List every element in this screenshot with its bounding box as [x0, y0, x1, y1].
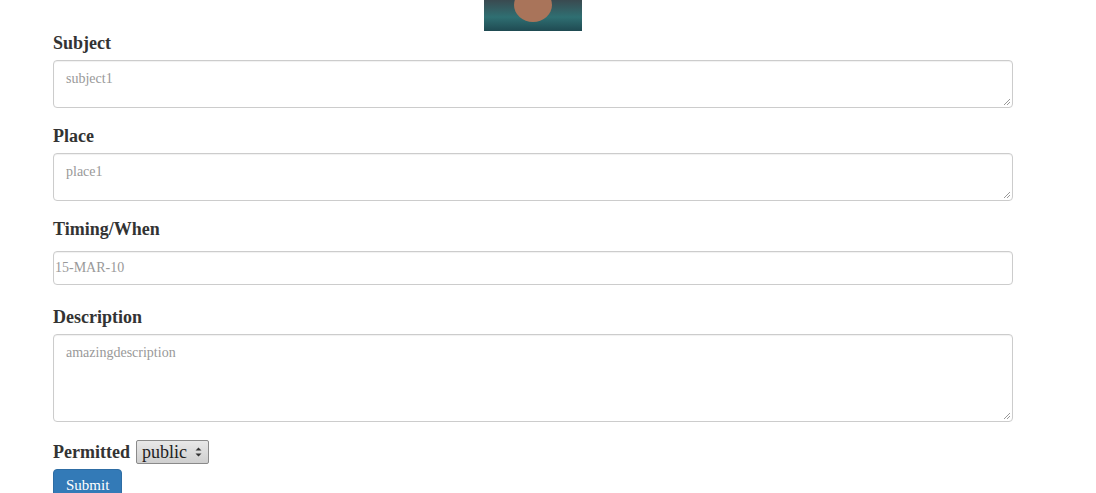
- event-form: Subject subject1 Place place1 Timing/When 15-…: [53, 0, 1013, 493]
- field-label: Subject: [53, 33, 1013, 53]
- field-label: Timing/When: [53, 219, 1013, 239]
- resize-grip-icon[interactable]: [1001, 189, 1011, 199]
- resize-grip-icon[interactable]: [1001, 410, 1011, 420]
- submit-button[interactable]: Submit: [53, 469, 122, 493]
- text-area[interactable]: amazingdescription: [53, 334, 1013, 422]
- field-label: Place: [53, 126, 1013, 146]
- field-label: Description: [53, 307, 1013, 327]
- text-area[interactable]: subject1: [53, 60, 1013, 108]
- select-arrows-icon: [195, 446, 202, 458]
- text-input[interactable]: 15-MAR-10: [53, 251, 1013, 285]
- profile-photo: [484, 0, 582, 31]
- resize-grip-icon[interactable]: [1001, 96, 1011, 106]
- permission-select[interactable]: public: [136, 440, 209, 464]
- permission-row: Permitted public: [53, 440, 1013, 464]
- text-area[interactable]: place1: [53, 153, 1013, 201]
- permission-label: Permitted: [53, 442, 130, 462]
